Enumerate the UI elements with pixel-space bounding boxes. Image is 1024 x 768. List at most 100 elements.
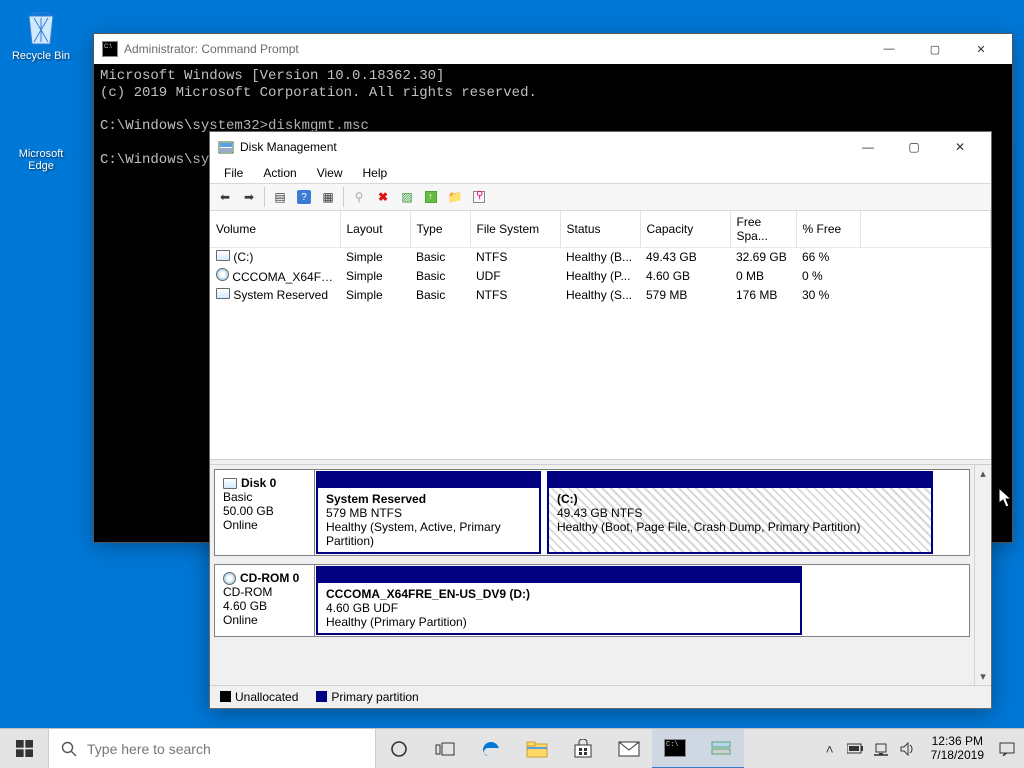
partition-header [318,473,539,488]
cmd-title: Administrator: Command Prompt [124,42,299,56]
cd-icon [223,572,236,585]
disk-management-icon [218,139,234,155]
volume-row[interactable]: (C:)SimpleBasicNTFSHealthy (B...49.43 GB… [210,248,991,267]
partition-title: System Reserved [326,492,426,506]
partition-size: 4.60 GB UDF [326,601,398,615]
partition-size: 49.43 GB NTFS [557,506,642,520]
volume-row[interactable]: System ReservedSimpleBasicNTFSHealthy (S… [210,286,991,304]
help-button[interactable]: ? [293,186,315,208]
tray-overflow-button[interactable]: ˄ [819,729,841,768]
disk-kind: Basic [223,490,306,504]
partition-header [549,473,931,488]
dm-menubar: FileAction ViewHelp [210,162,991,183]
cortana-button[interactable] [376,729,422,768]
show-hide-console-tree-button[interactable]: ▤ [269,186,291,208]
menu-file[interactable]: File [216,164,251,182]
menu-action[interactable]: Action [255,164,304,182]
column-header[interactable]: Type [410,211,470,248]
drive-icon [223,478,237,489]
check-icon[interactable]: ▨ [396,186,418,208]
action-center-button[interactable] [996,729,1018,768]
dm-close-button[interactable]: ✕ [937,132,983,162]
volume-list[interactable]: VolumeLayoutTypeFile SystemStatusCapacit… [210,211,991,459]
disk-kind: CD-ROM [223,585,306,599]
column-header[interactable]: Layout [340,211,410,248]
partition-size: 579 MB NTFS [326,506,402,520]
vertical-scrollbar[interactable]: ▴ ▾ [974,465,991,685]
desktop-icon-label: MicrosoftEdge [4,148,78,172]
dm-minimize-button[interactable]: — [845,132,891,162]
start-button[interactable] [0,729,48,768]
cd-icon [216,268,229,281]
cmd-close-button[interactable]: ✕ [958,34,1004,64]
column-header[interactable]: Free Spa... [730,211,796,248]
cmd-minimize-button[interactable]: — [866,34,912,64]
disk-management-window[interactable]: Disk Management — ▢ ✕ FileAction ViewHelp… [209,131,992,709]
taskbar-search[interactable]: Type here to search [48,729,376,768]
cmd-titlebar[interactable]: Administrator: Command Prompt — ▢ ✕ [94,34,1012,64]
partition-box[interactable]: System Reserved579 MB NTFSHealthy (Syste… [316,471,541,554]
clock-time: 12:36 PM [931,735,984,749]
partition-box[interactable]: CCCOMA_X64FRE_EN-US_DV9 (D:)4.60 GB UDFH… [316,566,802,635]
network-icon[interactable] [871,729,893,768]
back-button[interactable]: ⬅ [214,186,236,208]
taskbar: Type here to search C:\ ˄ 12:36 PM 7/18/… [0,728,1024,768]
disk-management-taskbar-button[interactable] [698,729,744,768]
column-header[interactable]: % Free [796,211,860,248]
desktop-icon-label: Recycle Bin [4,50,78,62]
settings-icon[interactable]: ⚲ [468,186,490,208]
recycle-bin-desktop-icon[interactable]: Recycle Bin [4,4,78,62]
disk-state: Online [223,518,306,532]
properties-button[interactable]: ▦ [317,186,339,208]
search-placeholder: Type here to search [87,741,211,757]
partition-status: Healthy (System, Active, Primary Partiti… [326,520,501,548]
recycle-bin-icon [19,4,63,48]
scroll-up-button[interactable]: ▴ [975,465,991,482]
edge-taskbar-button[interactable] [468,729,514,768]
legend-item: Primary partition [316,690,418,704]
file-explorer-button[interactable] [514,729,560,768]
legend-item: Unallocated [220,690,298,704]
column-header[interactable]: Capacity [640,211,730,248]
disk-row[interactable]: CD-ROM 0CD-ROM4.60 GBOnlineCCCOMA_X64FRE… [214,564,970,637]
folder-icon[interactable]: 📁 [444,186,466,208]
scroll-down-button[interactable]: ▾ [975,668,991,685]
menu-view[interactable]: View [309,164,351,182]
volume-row[interactable]: CCCOMA_X64FRE...SimpleBasicUDFHealthy (P… [210,266,991,286]
task-view-button[interactable] [422,729,468,768]
disk-header: CD-ROM 0CD-ROM4.60 GBOnline [215,565,315,636]
dm-maximize-button[interactable]: ▢ [891,132,937,162]
battery-icon[interactable] [845,729,867,768]
clock-date: 7/18/2019 [931,749,984,763]
windows-logo-icon [16,740,33,757]
disk-size: 4.60 GB [223,599,306,613]
menu-help[interactable]: Help [355,164,396,182]
delete-icon[interactable]: ✖ [372,186,394,208]
partition-title: (C:) [557,492,578,506]
microsoft-edge-desktop-icon[interactable]: MicrosoftEdge [4,102,78,172]
cmd-taskbar-button[interactable]: C:\ [652,729,698,768]
column-header[interactable]: Status [560,211,640,248]
graphical-view[interactable]: Disk 0Basic50.00 GBOnlineSystem Reserved… [210,465,991,685]
cmd-icon [102,41,118,57]
clock[interactable]: 12:36 PM 7/18/2019 [923,735,992,763]
cmd-maximize-button[interactable]: ▢ [912,34,958,64]
action-up-icon[interactable]: ↑ [420,186,442,208]
mail-button[interactable] [606,729,652,768]
partition-header [318,568,800,583]
partition-box[interactable]: (C:)49.43 GB NTFSHealthy (Boot, Page Fil… [547,471,933,554]
disk-state: Online [223,613,306,627]
system-tray: ˄ 12:36 PM 7/18/2019 [813,729,1024,768]
store-button[interactable] [560,729,606,768]
dm-toolbar: ⬅ ➡ ▤ ? ▦ ⚲ ✖ ▨ ↑ 📁 ⚲ [210,183,991,211]
column-header[interactable]: Volume [210,211,340,248]
drive-icon [216,288,230,299]
disk-name: CD-ROM 0 [240,571,299,585]
refresh-button[interactable]: ⚲ [348,186,370,208]
disk-row[interactable]: Disk 0Basic50.00 GBOnlineSystem Reserved… [214,469,970,556]
volume-icon[interactable] [897,729,919,768]
column-header[interactable]: File System [470,211,560,248]
dm-titlebar[interactable]: Disk Management — ▢ ✕ [210,132,991,162]
forward-button[interactable]: ➡ [238,186,260,208]
disk-name: Disk 0 [241,476,276,490]
